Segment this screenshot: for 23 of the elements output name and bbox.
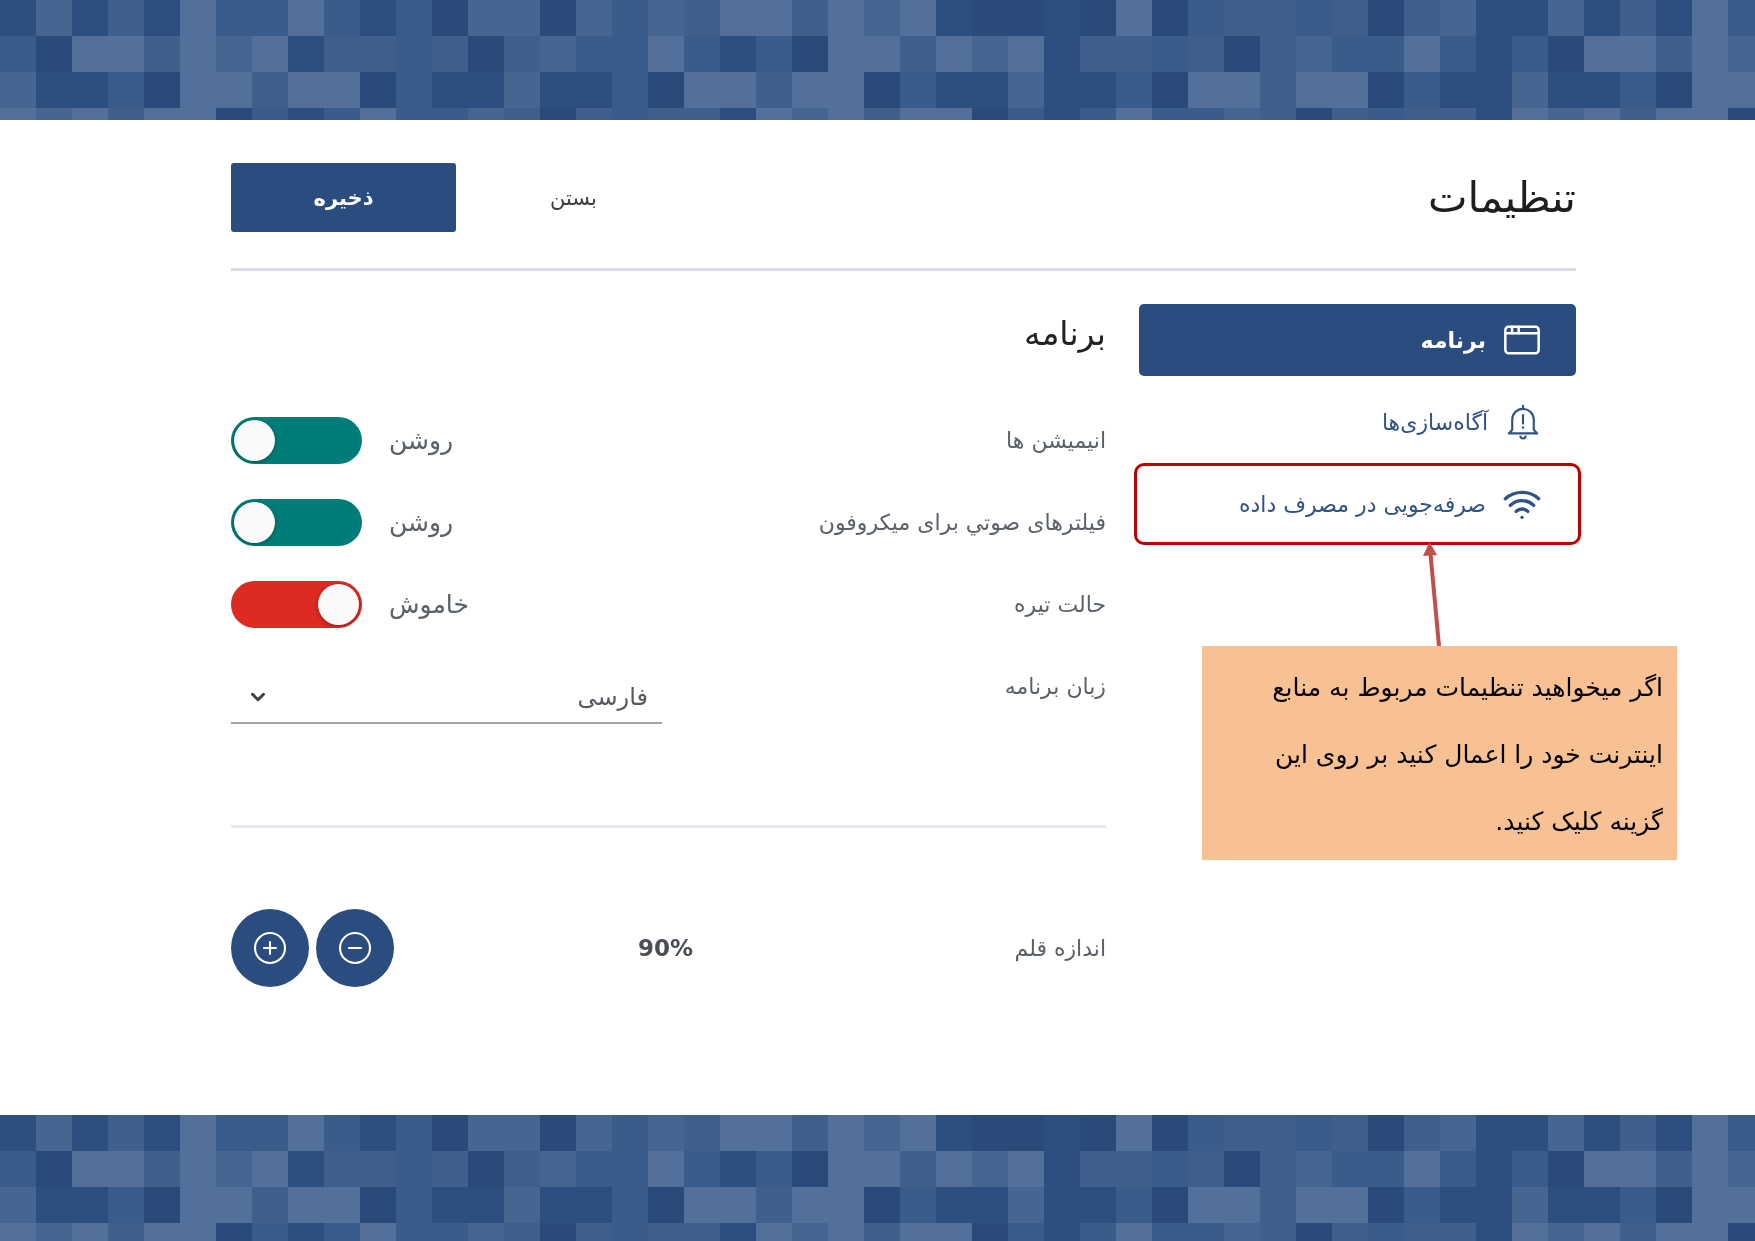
setting-label: اندازه قلم bbox=[1013, 935, 1106, 961]
minus-circle-icon bbox=[337, 930, 373, 966]
toggle-switch[interactable] bbox=[231, 498, 362, 546]
toggle-state-label: خاموش bbox=[389, 589, 469, 619]
callout-note: اگر میخواهید تنظیمات مربوط به منابع اینترنت خود را اعمال کنید بر روی این گزینه کلیک کنید. bbox=[1202, 646, 1677, 860]
sidebar-item[interactable]: صرفه‌جویی در مصرف داده bbox=[1139, 468, 1576, 540]
language-select[interactable]: فارسی bbox=[231, 672, 662, 724]
setting-label: انیمیشن ها bbox=[1006, 427, 1106, 453]
toggle-state-label: روشن bbox=[389, 507, 454, 537]
section-heading: برنامه bbox=[1023, 313, 1106, 355]
close-button[interactable]: بستن bbox=[544, 177, 603, 218]
font-size-value: 90% bbox=[638, 935, 694, 961]
toggle-switch[interactable] bbox=[231, 580, 362, 628]
sidebar-item[interactable]: برنامه bbox=[1139, 304, 1576, 376]
toggle-state-label: روشن bbox=[389, 425, 454, 455]
page-title: تنظیمات bbox=[1427, 173, 1576, 222]
setting-label: زبان برنامه bbox=[1004, 673, 1106, 699]
plus-circle-icon bbox=[252, 930, 288, 966]
setting-label: فیلترهای صوتي برای میکروفون bbox=[818, 509, 1106, 535]
setting-label: حالت تیره bbox=[1013, 591, 1106, 617]
save-button[interactable]: ذخیره bbox=[231, 163, 456, 232]
toggle-switch[interactable] bbox=[231, 416, 362, 464]
sidebar-item[interactable]: آگاه‌سازی‌ها bbox=[1139, 386, 1576, 458]
